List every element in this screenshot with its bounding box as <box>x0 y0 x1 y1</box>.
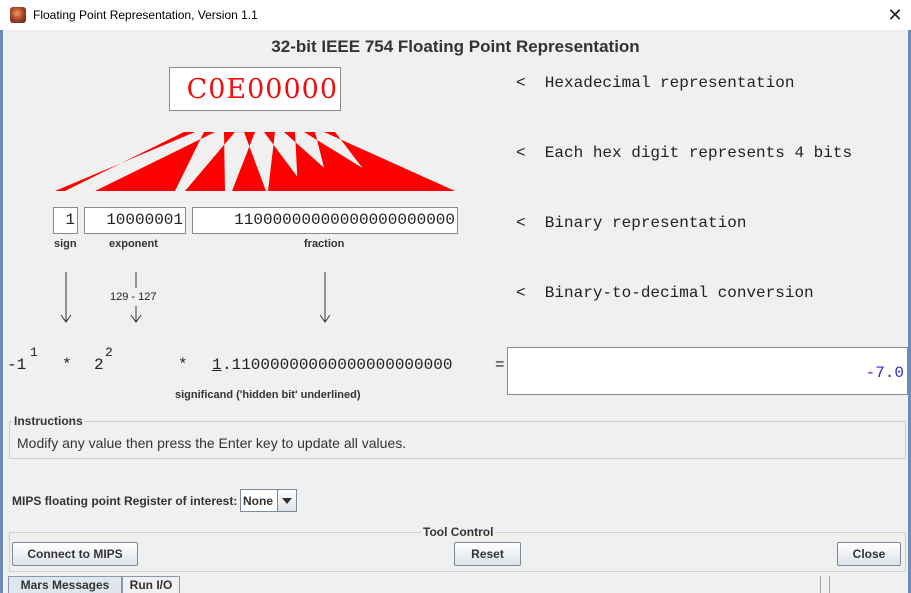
connect-to-mips-button[interactable]: Connect to MIPS <box>12 542 138 566</box>
significand-value: .11000000000000000000000 <box>222 356 453 374</box>
multiply-sign-2: * <box>178 356 188 374</box>
tab-run-io[interactable]: Run I/O <box>122 576 180 593</box>
scrollbar-stub <box>820 576 830 593</box>
instructions-legend: Instructions <box>12 414 85 428</box>
equals-sign: = <box>495 356 505 374</box>
chevron-down-icon[interactable] <box>277 490 296 511</box>
register-select[interactable]: None <box>240 489 297 512</box>
tool-control-legend: Tool Control <box>421 525 496 539</box>
power-exponent: 2 <box>105 345 113 360</box>
exponent-calculation: 129 - 127 <box>110 291 157 303</box>
close-button[interactable]: Close <box>837 542 901 566</box>
register-label: MIPS floating point Register of interest… <box>12 494 238 508</box>
significand-label: significand ('hidden bit' underlined) <box>175 389 361 401</box>
instructions-text: Modify any value then press the Enter ke… <box>17 435 407 451</box>
hidden-bit: 1 <box>212 356 222 374</box>
conversion-arrows <box>60 272 331 323</box>
sign-exponent: 1 <box>30 345 38 360</box>
register-select-value: None <box>243 494 273 508</box>
decimal-value-field[interactable]: -7.0 <box>507 347 908 395</box>
sign-base: -1 <box>7 356 27 374</box>
reset-button[interactable]: Reset <box>454 542 521 566</box>
power-base: 2 <box>94 356 104 374</box>
multiply-sign-1: * <box>62 356 72 374</box>
tab-mars-messages[interactable]: Mars Messages <box>8 576 122 593</box>
